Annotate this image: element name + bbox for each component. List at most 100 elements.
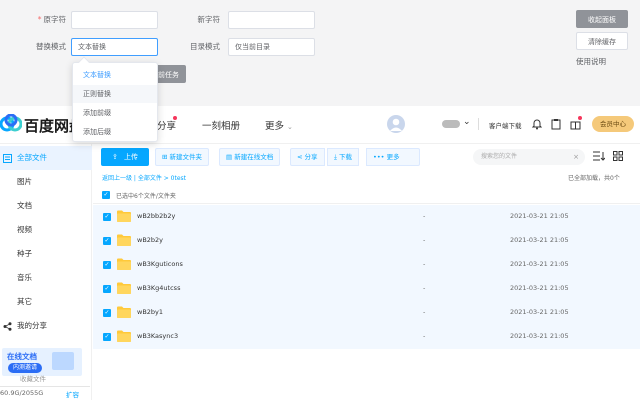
dir-mode-label: 目录模式 [190,42,220,51]
replace-mode-dropdown: 文本替换 正则替换 添加前缀 添加后缀 [72,62,158,142]
header-divider [93,203,640,204]
file-name[interactable]: wB3Kguticons [137,260,183,268]
search-input[interactable]: 搜索您的文件 × [473,149,585,165]
row-checkbox[interactable]: ✓ [103,285,111,293]
breadcrumb[interactable]: 返回上一级 | 全部文件 > 0test [102,173,186,182]
row-checkbox[interactable]: ✓ [103,333,111,341]
share-icon [3,322,12,331]
option-add-prefix[interactable]: 添加前缀 [73,104,157,122]
bell-icon[interactable] [532,118,542,130]
download-icon: ⤓ [334,153,337,161]
file-name[interactable]: wB2by1 [137,308,163,316]
file-size: - [423,308,426,316]
file-time: 2021-03-21 21:05 [510,284,569,292]
folder-icon [117,258,131,270]
original-char-label: * 原字符 [37,15,66,24]
selected-info: 已选中6个文件/文件夹 [116,193,176,200]
file-time: 2021-03-21 21:05 [510,332,569,340]
row-checkbox[interactable]: ✓ [103,309,111,317]
clipboard-icon[interactable] [551,118,561,130]
table-row[interactable]: ✓ wB3Kg4utcss - 2021-03-21 21:05 [93,277,640,301]
table-row[interactable]: ✓ wB2by1 - 2021-03-21 21:05 [93,301,640,325]
share-toolbar-icon: ⋖ [297,153,303,161]
folder-icon [117,282,131,294]
original-char-input[interactable] [71,11,158,29]
sidebar-item-docs[interactable]: 文档 [0,194,92,218]
sidebar-item-my-share[interactable]: 我的分享 [0,314,92,338]
row-checkbox[interactable]: ✓ [103,261,111,269]
online-doc-banner[interactable]: 在线文档 内测邀请 [2,348,82,376]
avatar[interactable] [387,115,405,133]
sidebar-item-torrents[interactable]: 种子 [0,242,92,266]
row-checkbox[interactable]: ✓ [103,213,111,221]
nav-share[interactable]: 分享 [157,118,176,132]
file-name[interactable]: wB3Kg4utcss [137,284,180,292]
sidebar-item-other[interactable]: 其它 [0,290,92,314]
more-actions-button[interactable]: ••• 更多 [366,148,420,166]
table-row[interactable]: ✓ wB2bb2b2y - 2021-03-21 21:05 [93,205,640,229]
storage-quota: 60.9G/2055G [0,389,44,397]
file-size: - [423,212,426,220]
banner-title: 在线文档 [7,352,37,361]
sort-icon[interactable] [593,151,605,162]
grid-view-icon[interactable] [613,151,623,161]
replace-mode-select[interactable]: 文本替换 [71,38,158,56]
recycle-label[interactable]: 收藏文件 [20,373,46,383]
folder-plus-icon: ⊞ [162,153,168,161]
file-size: - [423,236,426,244]
folder-icon [117,210,131,222]
file-size: - [423,260,426,268]
sidebar-item-all-files[interactable]: 全部文件 [0,146,92,170]
banner-illustration-icon [52,352,74,370]
download-button[interactable]: ⤓ 下载 [327,148,359,166]
option-add-suffix[interactable]: 添加后缀 [73,123,157,141]
upload-icon: ⇪ [112,153,118,161]
divider [478,118,479,130]
notification-dot [173,116,177,120]
file-list-area: ⇪ 上传 ⊞ 新建文件夹 ▤ 新建在线文档 ⋖ 分享 ⤓ 下载 ••• 更多 搜… [93,144,640,400]
option-text-replace[interactable]: 文本替换 [73,66,157,84]
new-char-label: 新字符 [197,15,221,24]
share-button[interactable]: ⋖ 分享 [290,148,325,166]
vip-center-button[interactable]: 会员中心 [592,116,634,132]
upload-button[interactable]: ⇪ 上传 [101,148,149,166]
row-checkbox[interactable]: ✓ [103,237,111,245]
vip-level-badge-icon [442,120,460,128]
sidebar-item-music[interactable]: 音乐 [0,266,92,290]
file-time: 2021-03-21 21:05 [510,212,569,220]
doc-icon: ▤ [226,153,233,161]
sidebar-item-videos[interactable]: 视频 [0,218,92,242]
user-dropdown-chevron-icon[interactable]: ⌄ [463,117,471,127]
nav-more[interactable]: 更多 ⌄ [265,118,293,132]
clear-search-icon[interactable]: × [573,149,579,165]
collapse-panel-button[interactable]: 收起面板 [576,10,628,28]
new-char-input[interactable] [228,11,315,29]
new-online-doc-button[interactable]: ▤ 新建在线文档 [219,148,281,166]
sidebar-item-images[interactable]: 图片 [0,170,92,194]
file-size: - [423,284,426,292]
table-row[interactable]: ✓ wB3Kguticons - 2021-03-21 21:05 [93,253,640,277]
table-row[interactable]: ✓ wB2b2y - 2021-03-21 21:05 [93,229,640,253]
file-name[interactable]: wB3Kasync3 [137,332,178,340]
folder-icon [117,234,131,246]
expand-storage-link[interactable]: 扩容 [66,389,79,399]
replace-mode-label: 替换模式 [36,42,66,51]
file-name[interactable]: wB2bb2b2y [137,212,175,220]
file-time: 2021-03-21 21:05 [510,308,569,316]
folder-icon [117,330,131,342]
select-all-checkbox[interactable]: ✓ [102,191,110,199]
client-download-link[interactable]: 客户端下载 [489,120,522,130]
clear-cache-button[interactable]: 清除缓存 [576,32,628,50]
new-folder-button[interactable]: ⊞ 新建文件夹 [155,148,210,166]
option-regex-replace[interactable]: 正则替换 [73,85,157,103]
folder-icon [117,306,131,318]
nav-moment-album[interactable]: 一刻相册 [202,118,240,132]
gift-dot [578,116,582,120]
sidebar: 全部文件 图片 文档 视频 种子 音乐 其它 我的分享 在线文档 内测邀请 收藏… [0,144,92,400]
help-link[interactable]: 使用说明 [576,56,606,67]
file-name[interactable]: wB2b2y [137,236,163,244]
file-time: 2021-03-21 21:05 [510,236,569,244]
file-list-icon [3,154,12,163]
dir-mode-select[interactable]: 仅当前目录 [228,38,315,56]
table-row[interactable]: ✓ wB3Kasync3 - 2021-03-21 21:05 [93,325,640,349]
